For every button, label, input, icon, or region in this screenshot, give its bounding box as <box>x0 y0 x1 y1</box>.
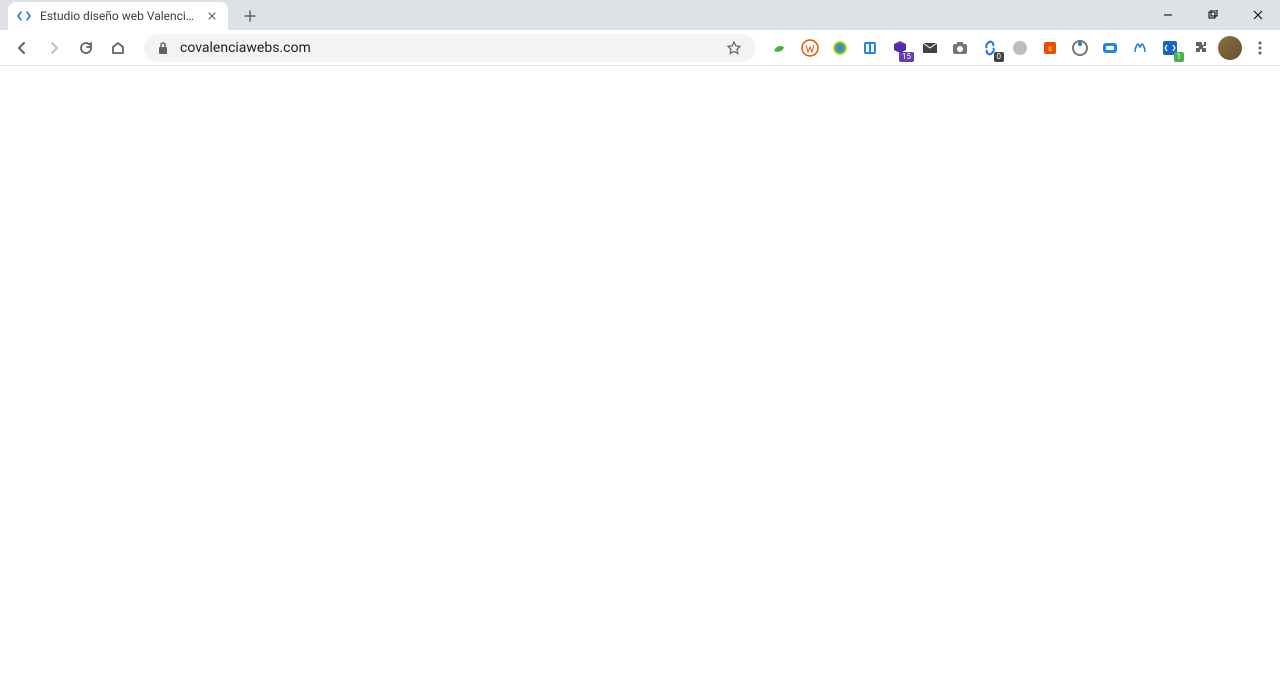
home-button[interactable] <box>104 34 132 62</box>
ext-camera-icon[interactable] <box>948 36 972 60</box>
window-controls <box>1145 0 1280 30</box>
tab[interactable]: Estudio diseño web Valencia | Ag <box>8 2 228 30</box>
lock-icon <box>156 41 170 55</box>
ext-movistar-icon[interactable] <box>1128 36 1152 60</box>
close-window-button[interactable] <box>1235 0 1280 30</box>
new-tab-button[interactable] <box>236 2 264 30</box>
close-icon[interactable] <box>204 8 220 24</box>
profile-avatar[interactable] <box>1218 36 1242 60</box>
tab-strip: Estudio diseño web Valencia | Ag <box>0 0 1280 30</box>
ext-reader-icon[interactable] <box>858 36 882 60</box>
toolbar: covalenciawebs.com 15 0 <box>0 30 1280 66</box>
address-bar[interactable]: covalenciawebs.com <box>144 34 756 62</box>
ext-wordpress-icon[interactable] <box>798 36 822 60</box>
ext-colorpicker-icon[interactable] <box>828 36 852 60</box>
ext-badge: 15 <box>899 52 914 62</box>
ext-mail-icon[interactable] <box>918 36 942 60</box>
back-button[interactable] <box>8 34 36 62</box>
bookmark-star-icon[interactable] <box>724 38 744 58</box>
ext-ecosia-icon[interactable] <box>768 36 792 60</box>
ext-badge: 0 <box>994 52 1005 62</box>
ext-calendar-icon[interactable]: 15 <box>888 36 912 60</box>
ext-devtools-icon[interactable]: 1 <box>1158 36 1182 60</box>
ext-badge: 1 <box>1174 52 1185 62</box>
minimize-button[interactable] <box>1145 0 1190 30</box>
forward-button[interactable] <box>40 34 68 62</box>
tab-title: Estudio diseño web Valencia | Ag <box>40 9 200 23</box>
ext-link-icon[interactable]: 0 <box>978 36 1002 60</box>
maximize-button[interactable] <box>1190 0 1235 30</box>
reload-button[interactable] <box>72 34 100 62</box>
ext-circle-icon[interactable] <box>1068 36 1092 60</box>
chrome-menu-button[interactable] <box>1248 36 1272 60</box>
extensions-area: 15 0 S 1 <box>768 36 1272 60</box>
page-content <box>0 66 1280 678</box>
url-text: covalenciawebs.com <box>180 40 724 56</box>
extensions-puzzle-icon[interactable] <box>1188 36 1212 60</box>
ext-seo-icon[interactable]: S <box>1038 36 1062 60</box>
svg-text:S: S <box>1048 46 1052 53</box>
ext-video-icon[interactable] <box>1098 36 1122 60</box>
code-icon <box>16 8 32 24</box>
ext-disabled-icon[interactable] <box>1008 36 1032 60</box>
